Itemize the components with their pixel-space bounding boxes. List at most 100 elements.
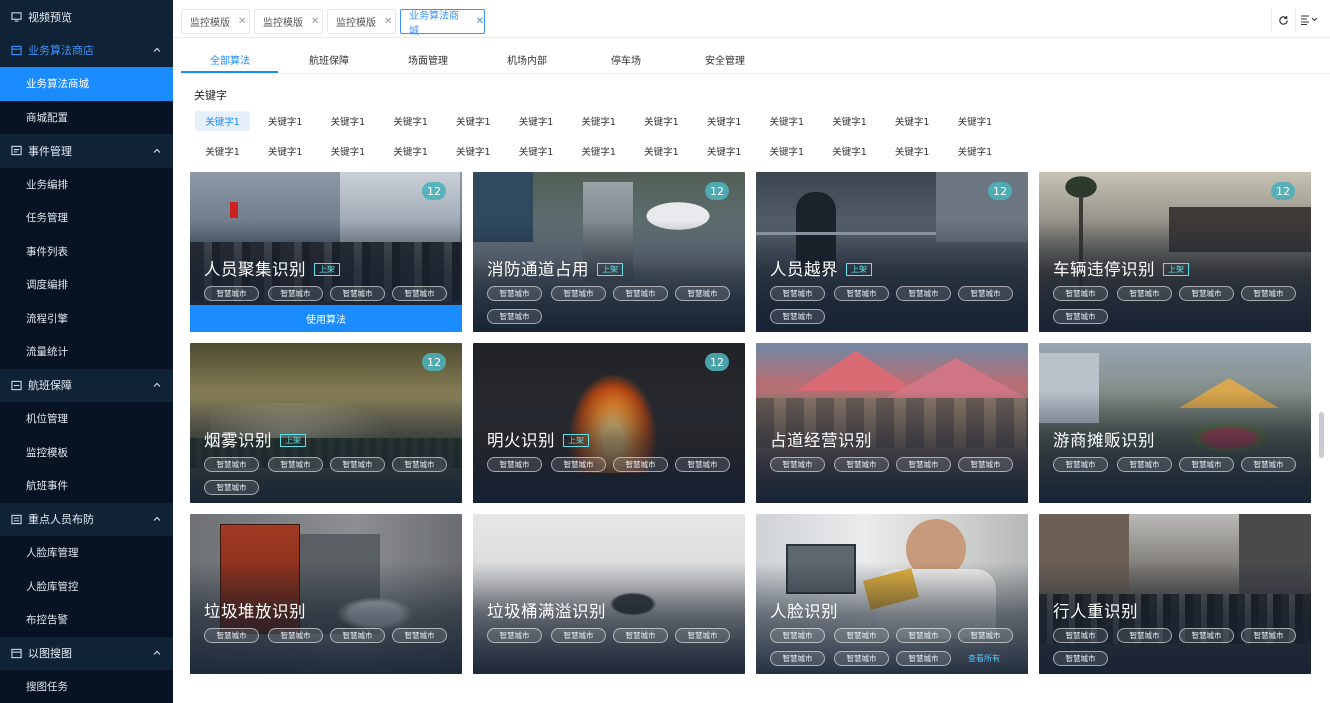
tag-chip[interactable]: 智慧城市 [1179,628,1234,643]
tag-chip[interactable]: 智慧城市 [487,286,542,301]
sidebar-item[interactable]: 任务管理 [0,201,173,235]
tab-algorithm-mall[interactable]: 业务算法商城 ✕ [400,9,485,37]
keyword-chip[interactable]: 关键字1 [947,111,1002,131]
tab-monitor-template-1[interactable]: 监控模版 ✕ [181,9,250,34]
sidebar-item[interactable]: 人脸库管控 [0,569,173,603]
tag-chip[interactable]: 智慧城市 [1117,457,1172,472]
category-tab[interactable]: 停车场 [611,52,641,67]
tag-chip[interactable]: 智慧城市 [1241,286,1296,301]
sidebar-item[interactable]: 搜图任务 [0,670,173,703]
algorithm-card[interactable]: 垃圾桶满溢识别 智慧城市 智慧城市 智慧城市 智慧城市 [473,514,745,674]
tag-chip[interactable]: 智慧城市 [770,651,825,666]
tag-chip[interactable]: 智慧城市 [896,628,951,643]
tag-chip[interactable]: 智慧城市 [551,286,606,301]
tag-chip[interactable]: 智慧城市 [392,628,447,643]
tag-chip[interactable]: 智慧城市 [1179,457,1234,472]
tag-chip[interactable]: 智慧城市 [392,286,447,301]
tag-chip[interactable]: 智慧城市 [613,457,668,472]
keyword-chip[interactable]: 关键字1 [759,111,814,131]
tag-chip[interactable]: 智慧城市 [204,480,259,495]
sidebar-group[interactable]: 航班保障 [0,368,173,402]
tag-chip[interactable]: 智慧城市 [896,286,951,301]
keyword-chip[interactable]: 关键字1 [634,141,689,161]
tag-chip[interactable]: 智慧城市 [268,286,323,301]
algorithm-card[interactable]: 游商摊贩识别 智慧城市 智慧城市 智慧城市 智慧城市 [1039,343,1311,503]
tag-chip[interactable]: 智慧城市 [330,457,385,472]
sidebar-item[interactable]: 人脸库管理 [0,536,173,570]
tag-chip[interactable]: 智慧城市 [834,651,889,666]
algorithm-card[interactable]: 12 消防通道占用 上架 智慧城市 智慧城市 智慧城市 智慧城市 智慧城市 [473,172,745,332]
algorithm-card[interactable]: 占道经营识别 智慧城市 智慧城市 智慧城市 智慧城市 [756,343,1028,503]
keyword-chip[interactable]: 关键字1 [258,141,313,161]
list-menu-icon[interactable] [1295,9,1321,31]
keyword-chip[interactable]: 关键字1 [697,141,752,161]
tag-chip[interactable]: 智慧城市 [330,286,385,301]
view-all-link[interactable]: 查看所有 [968,651,1000,666]
sidebar-item[interactable]: 业务算法商城 [0,67,173,101]
scrollbar-thumb[interactable] [1319,412,1324,458]
category-tab[interactable]: 机场内部 [507,52,547,67]
tag-chip[interactable]: 智慧城市 [268,457,323,472]
category-tab[interactable]: 安全管理 [705,52,745,67]
sidebar-group[interactable]: 以图搜图 [0,636,173,670]
sidebar-group[interactable]: 视频预览 [0,0,173,34]
keyword-chip[interactable]: 关键字1 [320,141,375,161]
tag-chip[interactable]: 智慧城市 [1053,286,1108,301]
sidebar-item[interactable]: 调度编排 [0,268,173,302]
tag-chip[interactable]: 智慧城市 [770,286,825,301]
tag-chip[interactable]: 智慧城市 [1053,628,1108,643]
tag-chip[interactable]: 智慧城市 [330,628,385,643]
tag-chip[interactable]: 智慧城市 [1053,309,1108,324]
sidebar-item[interactable]: 流程引擎 [0,301,173,335]
keyword-chip[interactable]: 关键字1 [822,111,877,131]
tag-chip[interactable]: 智慧城市 [770,309,825,324]
tag-chip[interactable]: 智慧城市 [834,286,889,301]
tag-chip[interactable]: 智慧城市 [896,457,951,472]
tag-chip[interactable]: 智慧城市 [1117,628,1172,643]
algorithm-card[interactable]: 12 明火识别 上架 智慧城市 智慧城市 智慧城市 智慧城市 [473,343,745,503]
keyword-chip[interactable]: 关键字1 [446,111,501,131]
tag-chip[interactable]: 智慧城市 [487,457,542,472]
keyword-chip[interactable]: 关键字1 [947,141,1002,161]
tag-chip[interactable]: 智慧城市 [675,457,730,472]
keyword-chip[interactable]: 关键字1 [571,111,626,131]
keyword-chip[interactable]: 关键字1 [697,111,752,131]
algorithm-card[interactable]: 行人重识别 智慧城市 智慧城市 智慧城市 智慧城市 智慧城市 [1039,514,1311,674]
tag-chip[interactable]: 智慧城市 [770,457,825,472]
close-icon[interactable]: ✕ [384,16,392,27]
sidebar-item[interactable]: 业务编排 [0,167,173,201]
tag-chip[interactable]: 智慧城市 [1053,457,1108,472]
use-algorithm-button[interactable]: 使用算法 [190,305,462,332]
tag-chip[interactable]: 智慧城市 [613,628,668,643]
tag-chip[interactable]: 智慧城市 [392,457,447,472]
tag-chip[interactable]: 智慧城市 [896,651,951,666]
tag-chip[interactable]: 智慧城市 [958,286,1013,301]
algorithm-card[interactable]: 人脸识别 智慧城市 智慧城市 智慧城市 智慧城市 智慧城市 智慧城市 智慧城市 查看所有 [756,514,1028,674]
tag-chip[interactable]: 智慧城市 [1179,286,1234,301]
algorithm-card[interactable]: 12 车辆违停识别 上架 智慧城市 智慧城市 智慧城市 智慧城市 智慧城市 [1039,172,1311,332]
category-tab[interactable]: 全部算法 [210,52,250,67]
keyword-chip[interactable]: 关键字1 [885,111,940,131]
tag-chip[interactable]: 智慧城市 [204,286,259,301]
close-icon[interactable]: ✕ [476,16,484,27]
algorithm-card[interactable]: 12 烟雾识别 上架 智慧城市 智慧城市 智慧城市 智慧城市 智慧城市 [190,343,462,503]
sidebar-item[interactable]: 布控告警 [0,603,173,637]
refresh-icon[interactable] [1271,9,1295,31]
tag-chip[interactable]: 智慧城市 [834,628,889,643]
keyword-chip[interactable]: 关键字1 [195,141,250,161]
keyword-chip[interactable]: 关键字1 [258,111,313,131]
keyword-chip[interactable]: 关键字1 [509,111,564,131]
keyword-chip[interactable]: 关键字1 [320,111,375,131]
sidebar-group[interactable]: 重点人员布防 [0,502,173,536]
tag-chip[interactable]: 智慧城市 [834,457,889,472]
close-icon[interactable]: ✕ [238,16,246,27]
sidebar-item[interactable]: 事件列表 [0,234,173,268]
tag-chip[interactable]: 智慧城市 [551,628,606,643]
sidebar-item[interactable]: 机位管理 [0,402,173,436]
category-tab[interactable]: 航班保障 [309,52,349,67]
keyword-chip[interactable]: 关键字1 [383,111,438,131]
tag-chip[interactable]: 智慧城市 [1117,286,1172,301]
keyword-chip[interactable]: 关键字1 [195,111,250,131]
keyword-chip[interactable]: 关键字1 [885,141,940,161]
sidebar-item[interactable]: 流量统计 [0,335,173,369]
